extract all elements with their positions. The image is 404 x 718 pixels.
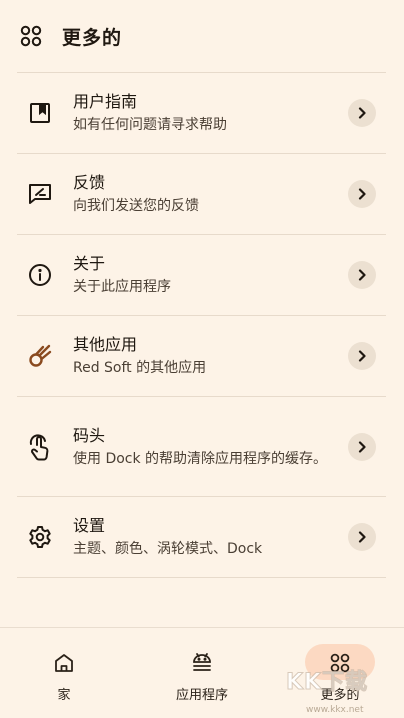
home-icon: [53, 650, 75, 676]
divider: [17, 577, 386, 578]
gear-icon: [28, 525, 52, 549]
top-app-bar: 更多的: [0, 0, 404, 72]
chevron-right-icon[interactable]: [348, 99, 376, 127]
chevron-right-icon[interactable]: [348, 523, 376, 551]
touch-icon: [27, 433, 53, 461]
comet-icon: [27, 343, 53, 369]
item-title: 反馈: [73, 173, 106, 192]
nav-label: 应用程序: [175, 688, 228, 703]
chevron-right-icon[interactable]: [348, 432, 376, 461]
chevron-right-icon[interactable]: [348, 261, 376, 289]
watermark-brand: KK下载: [285, 670, 369, 696]
apps-grid-icon: [20, 25, 42, 47]
item-subtitle: 如有任何问题请寻求帮助: [73, 117, 227, 133]
list-item-other-apps[interactable]: 其他应用 Red Soft 的其他应用: [17, 316, 386, 396]
item-subtitle: 向我们发送您的反馈: [73, 198, 199, 214]
item-subtitle: Red Soft 的其他应用: [73, 360, 207, 376]
item-title: 设置: [73, 516, 106, 535]
item-title: 用户指南: [73, 92, 138, 111]
item-title: 关于: [73, 254, 106, 273]
item-title: 码头: [73, 425, 106, 445]
nav-item-apps[interactable]: 应用程序: [162, 628, 242, 718]
watermark-url: www.kkx.net: [306, 705, 364, 715]
nav-item-home[interactable]: 家: [34, 628, 94, 718]
info-icon: [28, 263, 52, 287]
item-subtitle: 关于此应用程序: [73, 279, 171, 295]
android-icon: [190, 650, 214, 676]
feedback-icon: [28, 183, 52, 205]
more-options-list: 用户指南 如有任何问题请寻求帮助 反馈 向我们发送您的反馈 关于 关于此应用程序…: [17, 72, 386, 578]
list-item-about[interactable]: 关于 关于此应用程序: [17, 235, 386, 315]
list-item-feedback[interactable]: 反馈 向我们发送您的反馈: [17, 154, 386, 234]
nav-label: 家: [57, 688, 71, 703]
list-item-settings[interactable]: 设置 主题、颜色、涡轮模式、Dock: [17, 497, 386, 577]
page-title: 更多的: [62, 26, 123, 49]
book-icon: [29, 102, 51, 124]
list-item-dock[interactable]: 码头 使用 Dock 的帮助清除应用程序的缓存。: [17, 397, 386, 496]
item-title: 其他应用: [73, 335, 138, 354]
item-subtitle: 使用 Dock 的帮助清除应用程序的缓存。: [73, 450, 328, 467]
item-subtitle: 主题、颜色、涡轮模式、Dock: [73, 541, 263, 557]
list-item-user-guide[interactable]: 用户指南 如有任何问题请寻求帮助: [17, 73, 386, 153]
chevron-right-icon[interactable]: [348, 342, 376, 370]
chevron-right-icon[interactable]: [348, 180, 376, 208]
